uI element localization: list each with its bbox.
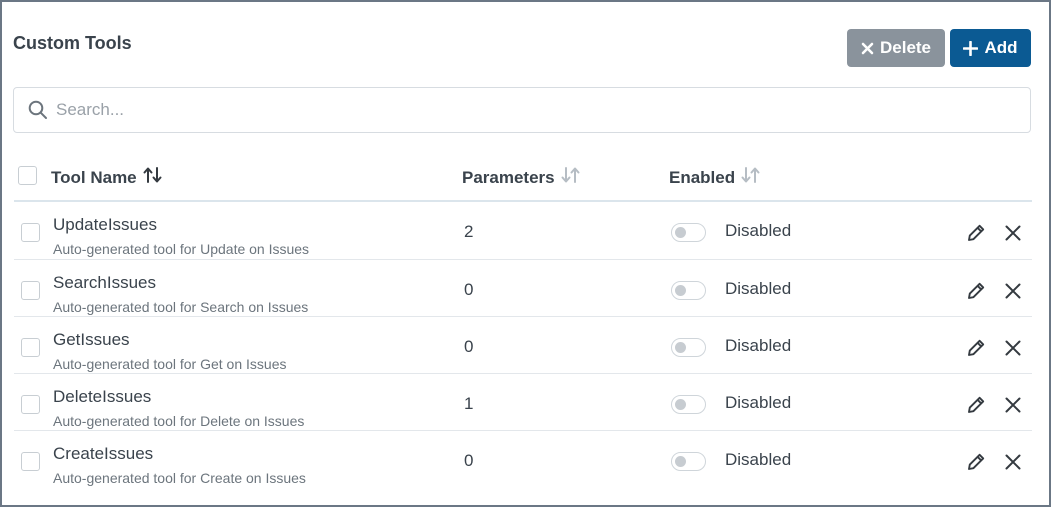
- search-icon: [28, 100, 48, 125]
- toggle-knob: [675, 227, 686, 238]
- column-header-tool-name[interactable]: Tool Name: [51, 166, 163, 189]
- tool-name: UpdateIssues: [53, 215, 157, 234]
- add-button-label: Add: [984, 38, 1018, 57]
- row-checkbox[interactable]: [21, 395, 40, 414]
- pencil-icon[interactable]: [965, 337, 987, 364]
- enabled-toggle[interactable]: [671, 452, 706, 471]
- custom-tools-panel: Custom Tools Delete Add Tool Name Parame…: [0, 0, 1051, 507]
- table-row: GetIssues Auto-generated tool for Get on…: [14, 317, 1032, 374]
- table-row: SearchIssues Auto-generated tool for Sea…: [14, 260, 1032, 317]
- pencil-icon[interactable]: [965, 394, 987, 421]
- enabled-status: Disabled: [725, 279, 792, 298]
- column-header-parameters-label: Parameters: [462, 167, 555, 187]
- tool-description: Auto-generated tool for Delete on Issues: [53, 413, 305, 429]
- tool-name: CreateIssues: [53, 444, 154, 463]
- select-all-checkbox[interactable]: [18, 166, 37, 185]
- tool-description: Auto-generated tool for Search on Issues: [53, 299, 309, 315]
- plus-icon: [963, 40, 979, 56]
- search-input[interactable]: [56, 98, 1006, 122]
- sort-ascending-icon[interactable]: [143, 166, 163, 189]
- column-header-parameters[interactable]: Parameters: [462, 166, 581, 189]
- delete-button-label: Delete: [879, 38, 932, 57]
- sort-icon[interactable]: [561, 166, 581, 189]
- enabled-status: Disabled: [725, 393, 792, 412]
- tool-name: GetIssues: [53, 330, 130, 349]
- table-row: UpdateIssues Auto-generated tool for Upd…: [14, 202, 1032, 259]
- row-checkbox[interactable]: [21, 281, 40, 300]
- tool-parameter-count: 2: [464, 222, 474, 241]
- tool-description: Auto-generated tool for Update on Issues: [53, 241, 310, 257]
- enabled-status: Disabled: [725, 450, 792, 469]
- column-header-enabled-label: Enabled: [669, 167, 736, 187]
- close-icon[interactable]: [1004, 224, 1022, 247]
- tool-name: SearchIssues: [53, 273, 156, 292]
- enabled-toggle[interactable]: [671, 395, 706, 414]
- tool-parameter-count: 1: [464, 394, 474, 413]
- toggle-knob: [675, 285, 686, 296]
- tool-parameter-count: 0: [464, 337, 474, 356]
- close-icon[interactable]: [1004, 396, 1022, 419]
- tool-parameter-count: 0: [464, 451, 474, 470]
- tool-description: Auto-generated tool for Get on Issues: [53, 356, 287, 372]
- tool-parameter-count: 0: [464, 280, 474, 299]
- pencil-icon[interactable]: [965, 451, 987, 478]
- enabled-toggle[interactable]: [671, 223, 706, 242]
- tool-description: Auto-generated tool for Create on Issues: [53, 470, 306, 486]
- add-button[interactable]: Add: [950, 29, 1031, 67]
- row-checkbox[interactable]: [21, 452, 40, 471]
- toggle-knob: [675, 399, 686, 410]
- close-icon[interactable]: [1004, 282, 1022, 305]
- pencil-icon[interactable]: [965, 280, 987, 307]
- close-icon: [861, 42, 874, 55]
- pencil-icon[interactable]: [965, 222, 987, 249]
- enabled-toggle[interactable]: [671, 281, 706, 300]
- enabled-toggle[interactable]: [671, 338, 706, 357]
- search-box[interactable]: [13, 87, 1031, 133]
- page-title: Custom Tools: [13, 33, 132, 53]
- enabled-status: Disabled: [725, 221, 792, 240]
- enabled-status: Disabled: [725, 336, 792, 355]
- sort-icon[interactable]: [741, 166, 761, 189]
- row-checkbox[interactable]: [21, 338, 40, 357]
- tool-name: DeleteIssues: [53, 387, 152, 406]
- toggle-knob: [675, 342, 686, 353]
- delete-button[interactable]: Delete: [847, 29, 945, 67]
- table-row: CreateIssues Auto-generated tool for Cre…: [14, 431, 1032, 488]
- table-row: DeleteIssues Auto-generated tool for Del…: [14, 374, 1032, 431]
- close-icon[interactable]: [1004, 453, 1022, 476]
- close-icon[interactable]: [1004, 339, 1022, 362]
- column-header-tool-name-label: Tool Name: [51, 167, 137, 187]
- column-header-enabled[interactable]: Enabled: [669, 166, 761, 189]
- row-checkbox[interactable]: [21, 223, 40, 242]
- toggle-knob: [675, 456, 686, 467]
